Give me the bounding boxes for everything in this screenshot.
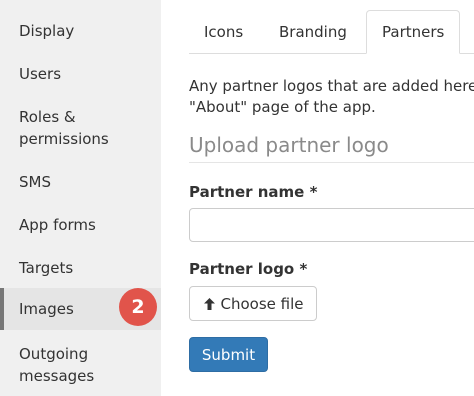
sidebar-item-label: App forms [19,216,96,234]
intro-line: Any partner logos that are added here [189,77,474,95]
settings-sidebar: Display Users Roles & permissions SMS Ap… [0,0,161,396]
sidebar-item-roles-permissions[interactable]: Roles & permissions [0,106,161,150]
sidebar-item-label: permissions [19,130,109,148]
step-badge: 2 [119,288,157,326]
choose-file-label: Choose file [220,294,304,313]
sidebar-item-label: Outgoing [19,345,89,363]
sidebar-item-label: Targets [19,259,74,277]
sidebar-item-label: SMS [19,173,51,191]
partner-name-label: Partner name * [189,183,318,201]
sidebar-item-sms[interactable]: SMS [0,171,161,193]
sidebar-item-label: Display [19,22,75,40]
tab-branding[interactable]: Branding [279,10,347,54]
partner-name-input[interactable] [189,208,474,242]
partner-logo-label: Partner logo * [189,260,308,278]
sidebar-item-targets[interactable]: Targets [0,257,161,279]
intro-text: Any partner logos that are added here "A… [189,76,474,118]
section-heading: Upload partner logo [189,133,389,157]
sidebar-item-label: Users [19,65,62,83]
sidebar-item-label: Roles & [19,108,76,126]
sidebar-item-users[interactable]: Users [0,63,161,85]
sidebar-item-app-forms[interactable]: App forms [0,214,161,236]
sidebar-item-label: messages [19,367,95,385]
intro-line: "About" page of the app. [189,98,376,116]
choose-file-button[interactable]: Choose file [189,286,317,321]
heading-divider [189,162,474,163]
sidebar-item-outgoing-messages[interactable]: Outgoing messages [0,343,161,387]
submit-button[interactable]: Submit [189,337,268,372]
tab-icons[interactable]: Icons [204,10,243,54]
sidebar-item-label: Images [19,300,74,318]
sidebar-item-display[interactable]: Display [0,20,161,42]
tab-partners[interactable]: Partners [366,10,461,54]
arrow-up-icon [203,297,215,310]
